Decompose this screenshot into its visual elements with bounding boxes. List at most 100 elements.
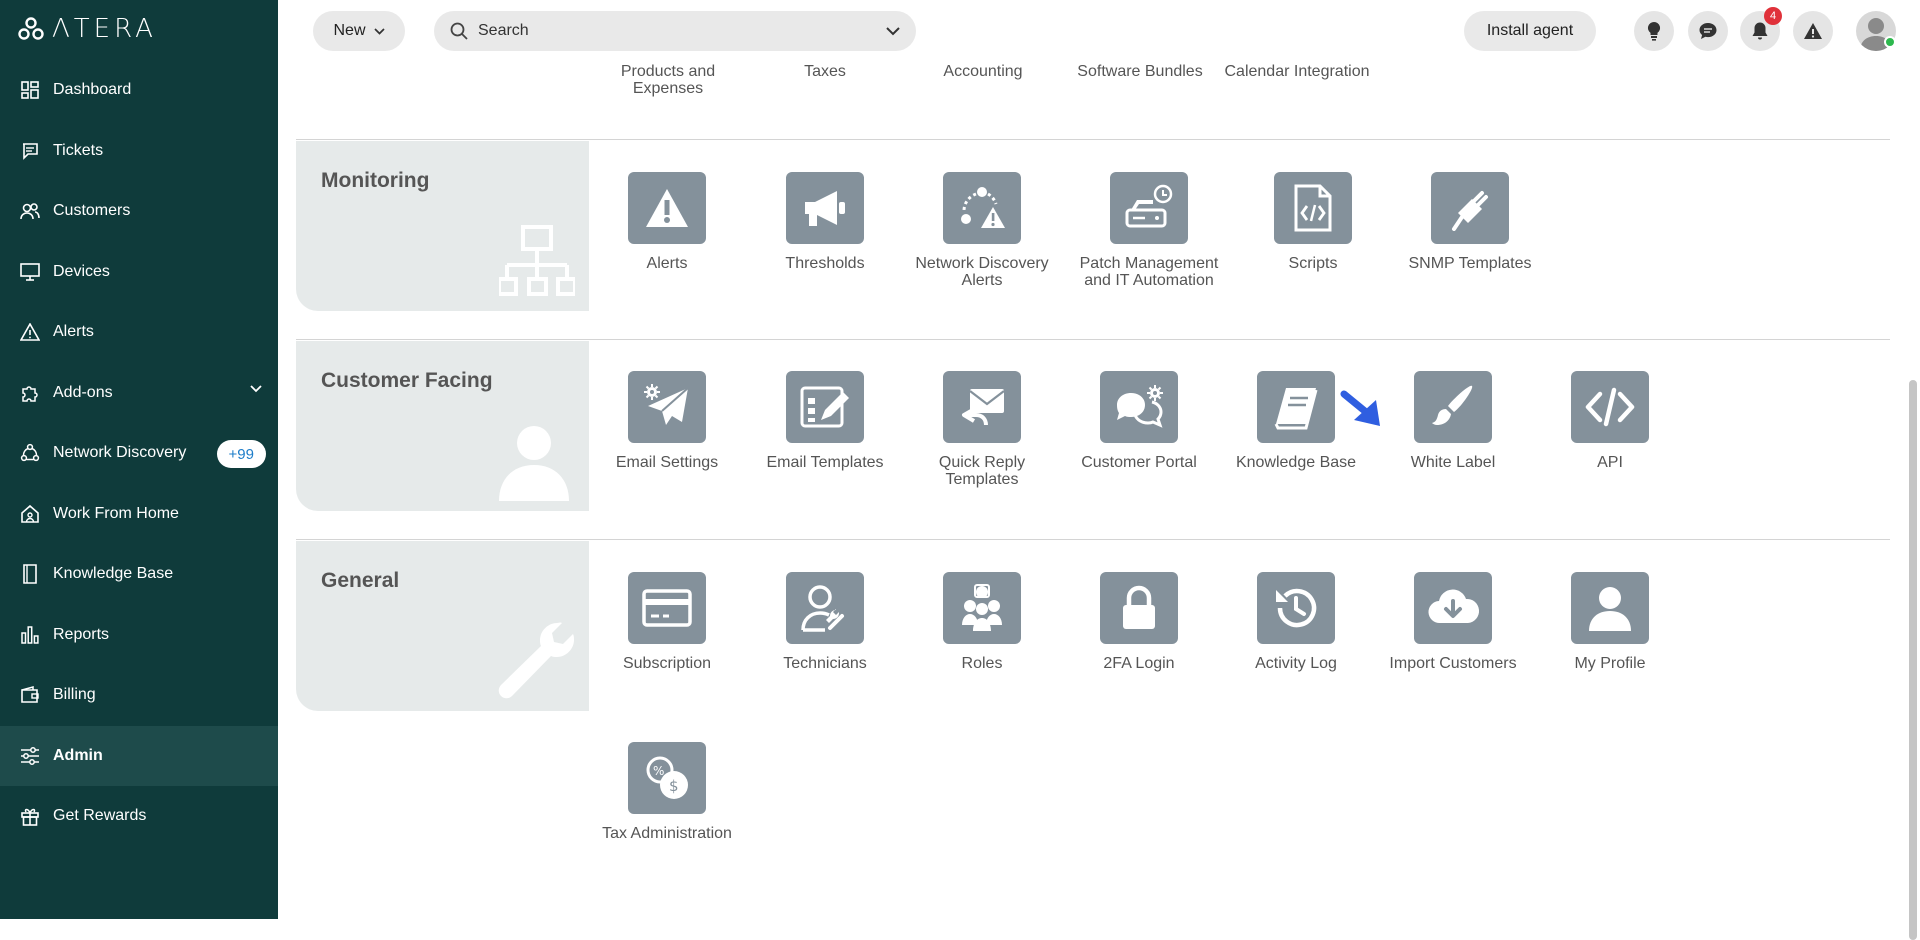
- top-bar: New Install agent 4: [278, 0, 1920, 60]
- admin-tile-subscription[interactable]: Subscription: [588, 572, 746, 672]
- tax-icon: % $: [628, 742, 706, 814]
- sidebar-item-work-from-home[interactable]: Work From Home: [0, 484, 278, 545]
- logo-text: ΛTERA: [52, 14, 157, 44]
- billing-settings-row: Products and Expenses Taxes Accounting S…: [278, 60, 1878, 139]
- products-and-expenses-link[interactable]: Products and Expenses: [588, 63, 748, 97]
- tile-label: Quick Reply Templates: [938, 454, 1026, 488]
- sidebar-item-knowledge-base[interactable]: Knowledge Base: [0, 544, 278, 605]
- pointer-arrow-icon: [1340, 390, 1380, 426]
- network-discovery-badge: +99: [216, 440, 266, 468]
- warning-icon: [1804, 23, 1822, 39]
- general-section: General Subscription Technicians Roles 2…: [296, 541, 1890, 911]
- admin-tile-import-customers[interactable]: Import Customers: [1374, 572, 1532, 672]
- admin-tile-my-profile[interactable]: My Profile: [1531, 572, 1689, 672]
- online-status-dot: [1884, 36, 1896, 48]
- search-bar[interactable]: [434, 11, 916, 51]
- admin-tile-network-discovery-alerts[interactable]: Network Discovery Alerts: [903, 172, 1061, 289]
- admin-tile-patch-management[interactable]: Patch Management and IT Automation: [1070, 172, 1228, 289]
- admin-tile-tax-administration[interactable]: % $ Tax Administration: [588, 742, 746, 842]
- sidebar-item-dashboard[interactable]: Dashboard: [0, 60, 278, 121]
- admin-tile-email-settings[interactable]: Email Settings: [588, 371, 746, 471]
- section-divider: [296, 339, 1890, 340]
- notifications-button[interactable]: 4: [1740, 7, 1782, 51]
- admin-tile-customer-portal[interactable]: Customer Portal: [1060, 371, 1218, 471]
- admin-tile-alerts[interactable]: Alerts: [588, 172, 746, 272]
- sidebar-item-label: Billing: [53, 686, 96, 704]
- sidebar-item-reports[interactable]: Reports: [0, 605, 278, 666]
- sidebar-item-label: Knowledge Base: [53, 565, 174, 583]
- sidebar-item-add-ons[interactable]: Add-ons: [0, 363, 278, 424]
- tile-label: API: [1597, 454, 1623, 471]
- admin-tile-2fa-login[interactable]: 2FA Login: [1060, 572, 1218, 672]
- credit-card-icon: [628, 572, 706, 644]
- sidebar-item-admin[interactable]: Admin: [0, 725, 278, 786]
- sidebar-item-label: Work From Home: [53, 504, 179, 522]
- reports-icon: [20, 625, 40, 645]
- admin-tile-technicians[interactable]: Technicians: [746, 572, 904, 672]
- home-icon: [20, 504, 40, 524]
- sidebar-item-billing[interactable]: Billing: [0, 665, 278, 726]
- monitoring-panel: Monitoring: [296, 141, 589, 311]
- chevron-down-icon[interactable]: [250, 384, 262, 393]
- technician-icon: [786, 572, 864, 644]
- taxes-link[interactable]: Taxes: [745, 63, 905, 80]
- calendar-integration-link[interactable]: Calendar Integration: [1217, 63, 1377, 80]
- install-agent-button[interactable]: Install agent: [1464, 11, 1596, 51]
- sidebar-item-alerts[interactable]: Alerts: [0, 302, 278, 363]
- chat-button[interactable]: [1688, 11, 1728, 51]
- admin-tile-email-templates[interactable]: Email Templates: [746, 371, 904, 471]
- search-input[interactable]: [478, 22, 886, 40]
- vertical-scrollbar[interactable]: [1909, 380, 1917, 940]
- tile-label: 2FA Login: [1103, 655, 1175, 672]
- tile-label: Technicians: [783, 655, 867, 672]
- tile-label: Import Customers: [1389, 655, 1517, 672]
- lightbulb-icon: [1647, 21, 1661, 41]
- brush-icon: [1414, 371, 1492, 443]
- sidebar-item-tickets[interactable]: Tickets: [0, 121, 278, 182]
- devices-icon: [20, 262, 40, 282]
- sidebar-item-network-discovery[interactable]: Network Discovery +99: [0, 423, 278, 484]
- lightbulb-button[interactable]: [1634, 11, 1674, 51]
- admin-content: Products and Expenses Taxes Accounting S…: [278, 60, 1920, 940]
- network-icon: [20, 443, 40, 463]
- sliders-icon: [20, 746, 40, 766]
- section-title: Customer Facing: [321, 369, 493, 392]
- search-icon: [450, 22, 468, 40]
- tile-label: Subscription: [622, 655, 712, 672]
- alerts-icon: [20, 322, 40, 342]
- warnings-button[interactable]: [1793, 11, 1833, 51]
- section-divider: [296, 539, 1890, 540]
- admin-tile-api[interactable]: API: [1531, 371, 1689, 471]
- admin-tile-thresholds[interactable]: Thresholds: [746, 172, 904, 272]
- software-bundles-link[interactable]: Software Bundles: [1060, 63, 1220, 80]
- tile-label: Patch Management and IT Automation: [1079, 255, 1219, 289]
- new-button[interactable]: New: [313, 11, 405, 51]
- sidebar-item-label: Reports: [53, 625, 110, 643]
- section-title: General: [321, 569, 400, 592]
- logo[interactable]: ΛTERA: [18, 14, 157, 44]
- sidebar-item-label: Customers: [53, 202, 131, 220]
- email-templates-icon: [786, 371, 864, 443]
- new-button-label: New: [333, 22, 366, 39]
- sidebar-item-get-rewards[interactable]: Get Rewards: [0, 786, 278, 847]
- admin-tile-scripts[interactable]: Scripts: [1234, 172, 1392, 272]
- sidebar-item-devices[interactable]: Devices: [0, 242, 278, 303]
- chat-icon: [1699, 23, 1717, 39]
- profile-icon: [1571, 572, 1649, 644]
- sidebar-item-customers[interactable]: Customers: [0, 181, 278, 242]
- admin-tile-quick-reply-templates[interactable]: Quick Reply Templates: [903, 371, 1061, 488]
- admin-tile-snmp-templates[interactable]: SNMP Templates: [1391, 172, 1549, 272]
- accounting-link[interactable]: Accounting: [903, 63, 1063, 80]
- admin-tile-roles[interactable]: Roles: [903, 572, 1061, 672]
- plug-icon: [1431, 172, 1509, 244]
- tile-label: Alerts: [646, 255, 688, 272]
- network-hierarchy-icon: [499, 225, 575, 296]
- admin-tile-white-label[interactable]: White Label: [1374, 371, 1532, 471]
- tile-label: Customer Portal: [1081, 454, 1197, 471]
- wrench-icon: [498, 622, 574, 699]
- admin-tile-activity-log[interactable]: Activity Log: [1217, 572, 1375, 672]
- chevron-down-icon[interactable]: [886, 26, 900, 36]
- person-silhouette-icon: [499, 426, 569, 501]
- cloud-download-icon: [1414, 572, 1492, 644]
- sidebar-item-label: Get Rewards: [53, 807, 147, 825]
